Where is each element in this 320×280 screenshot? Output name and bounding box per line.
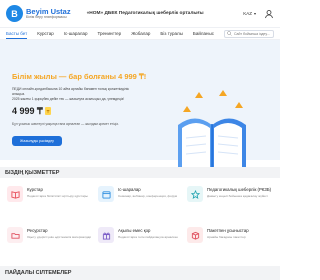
gift-icon xyxy=(98,227,114,243)
service-card-free-fund[interactable]: Ақылы емес қор Педагогтарға тегін пайдал… xyxy=(98,227,186,257)
card-desc: Арнайы бағадағы пакеттер xyxy=(207,235,246,240)
header: B Beyim Ustaz Білім беру платформасы «НО… xyxy=(0,0,280,27)
service-card-packages[interactable]: Пакетпен ұсыныстар Арнайы бағадағы пакет… xyxy=(187,227,275,257)
star-icon xyxy=(187,186,203,202)
card-title: Ақылы емес қор xyxy=(118,228,151,233)
nav-item-events[interactable]: Іс-шаралар xyxy=(64,28,88,39)
book-icon xyxy=(7,186,23,202)
language-label: KAZ xyxy=(243,11,252,16)
services-heading: БІЗДІҢ ҚЫЗМЕТТЕР xyxy=(0,167,280,178)
user-icon[interactable] xyxy=(264,9,274,19)
nav-item-home[interactable]: Басты бет xyxy=(6,28,28,39)
card-desc: Педагогтарға тегін пайдалануға арналған xyxy=(118,235,178,240)
folder-icon xyxy=(7,227,23,243)
nav-item-courses[interactable]: Курстар xyxy=(37,28,54,39)
org-title: «НОМ» ДБЕК Педагогикалық шеберлік орталы… xyxy=(86,11,204,16)
service-card-resources[interactable]: Ресурстар Оқыту үдерісі үшін әдістемелік… xyxy=(7,227,95,257)
hero-banner: Білім жылы — бар болғаны 4 999 ₸! ПЕДИ о… xyxy=(0,40,280,178)
card-desc: Семинар, вебинар, конференция, форум xyxy=(118,194,178,199)
card-title: Пакетпен ұсыныстар xyxy=(207,228,249,233)
nav-item-trainings[interactable]: Тренингтер xyxy=(98,28,122,39)
logo-mark: B xyxy=(6,5,23,22)
main-nav: Басты бет Курстар Іс-шаралар Тренингтер … xyxy=(0,27,280,40)
hero-description: ПЕДИ онлайн-қолданбасына 10 айға арнайы … xyxy=(12,87,142,102)
hero-desc-line2: 2025 жылғы 1 қыркүйек дейін тек — жазылу… xyxy=(12,97,125,102)
hero-price: 4 999 ₸ xyxy=(12,106,43,116)
search-input[interactable] xyxy=(233,31,271,36)
logo-tagline: Білім беру платформасы xyxy=(26,15,67,19)
nav-item-contact[interactable]: Байланыс xyxy=(193,28,214,39)
search-icon xyxy=(227,31,232,36)
subscribe-button[interactable]: Жазылуды рәсімдеу xyxy=(12,136,62,146)
language-selector[interactable]: KAZ ▾ xyxy=(243,11,256,16)
price-badge-icon: ₸ xyxy=(45,107,51,115)
card-title: Педагогикалық шеберлік (РКЗБ) xyxy=(207,187,272,192)
search-box xyxy=(223,29,274,38)
card-desc: Дамыту кеңесі бойынша қадағалау жүйесі xyxy=(207,194,268,199)
service-card-events[interactable]: Іс-шаралар Семинар, вебинар, конференция… xyxy=(98,186,186,216)
card-title: Іс-шаралар xyxy=(118,187,141,192)
logo-name: Beyim Ustaz xyxy=(26,6,71,16)
card-desc: Педагогтарға біліктілікті арттыру курста… xyxy=(27,194,88,199)
hero-desc-line1: ПЕДИ онлайн-қолданбасына 10 айға арнайы … xyxy=(12,87,129,97)
card-title: Ресурстар xyxy=(27,228,48,233)
service-card-mastery[interactable]: Педагогикалық шеберлік (РКЗБ) Дамыту кең… xyxy=(187,186,275,216)
nav-item-about[interactable]: Біз туралы xyxy=(160,28,182,39)
chevron-down-icon: ▾ xyxy=(253,11,256,16)
useful-links-heading: ПАЙДАЛЫ СІЛТЕМЕЛЕР xyxy=(0,266,280,280)
hero-title: Білім жылы — бар болғаны 4 999 ₸! xyxy=(12,72,147,81)
nav-item-projects[interactable]: Жобалар xyxy=(131,28,150,39)
package-icon xyxy=(187,227,203,243)
logo[interactable]: B Beyim Ustaz Білім беру платформасы xyxy=(6,5,71,22)
calendar-icon xyxy=(98,186,114,202)
card-title: Курстар xyxy=(27,187,43,192)
card-desc: Оқыту үдерісі үшін әдістемелік материалд… xyxy=(27,235,92,240)
hero-note: Бұл ұсыныс шектеулі уақытқа ғана арналға… xyxy=(12,122,119,126)
service-card-courses[interactable]: Курстар Педагогтарға біліктілікті арттыр… xyxy=(7,186,95,216)
